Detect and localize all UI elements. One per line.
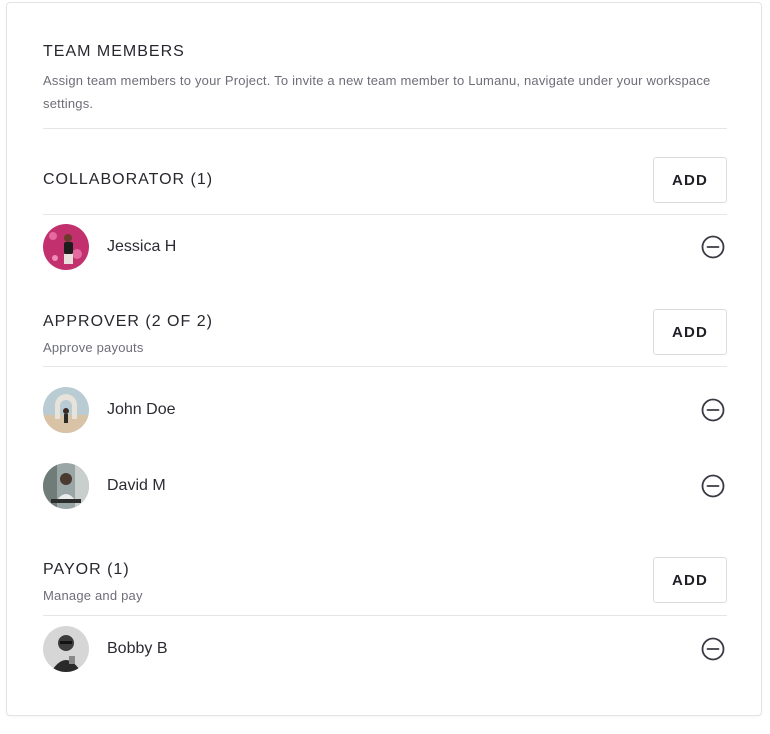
page-description: Assign team members to your Project. To … — [43, 73, 711, 111]
avatar — [43, 463, 89, 509]
minus-circle-icon[interactable] — [701, 637, 725, 661]
collaborator-section-title: COLLABORATOR (1) — [43, 171, 214, 188]
team-members-card: TEAM MEMBERS Assign team members to your… — [6, 2, 762, 716]
add-collaborator-button[interactable]: ADD — [653, 157, 727, 203]
member-row: David M — [43, 463, 727, 509]
member-name: David M — [107, 477, 166, 494]
header-divider — [43, 128, 727, 129]
page-title: TEAM MEMBERS — [43, 43, 185, 60]
member-name: Jessica H — [107, 238, 177, 255]
team-members-header: TEAM MEMBERS Assign team members to your… — [43, 43, 727, 115]
avatar — [43, 626, 89, 672]
approver-section-subtitle: Approve payouts — [43, 340, 144, 355]
member-row: John Doe — [43, 387, 727, 433]
member-row: Jessica H — [43, 224, 727, 270]
add-approver-button[interactable]: ADD — [653, 309, 727, 355]
minus-circle-icon[interactable] — [701, 235, 725, 259]
payor-section-title: PAYOR (1) — [43, 561, 130, 578]
minus-circle-icon[interactable] — [701, 398, 725, 422]
payor-divider — [43, 615, 727, 616]
add-payor-button[interactable]: ADD — [653, 557, 727, 603]
approver-section-title: APPROVER (2 OF 2) — [43, 313, 213, 330]
approver-divider — [43, 366, 727, 367]
member-row: Bobby B — [43, 626, 727, 672]
payor-section-subtitle: Manage and pay — [43, 588, 143, 603]
collaborator-divider — [43, 214, 727, 215]
member-name: John Doe — [107, 401, 176, 418]
minus-circle-icon[interactable] — [701, 474, 725, 498]
member-name: Bobby B — [107, 640, 168, 657]
avatar — [43, 224, 89, 270]
avatar — [43, 387, 89, 433]
